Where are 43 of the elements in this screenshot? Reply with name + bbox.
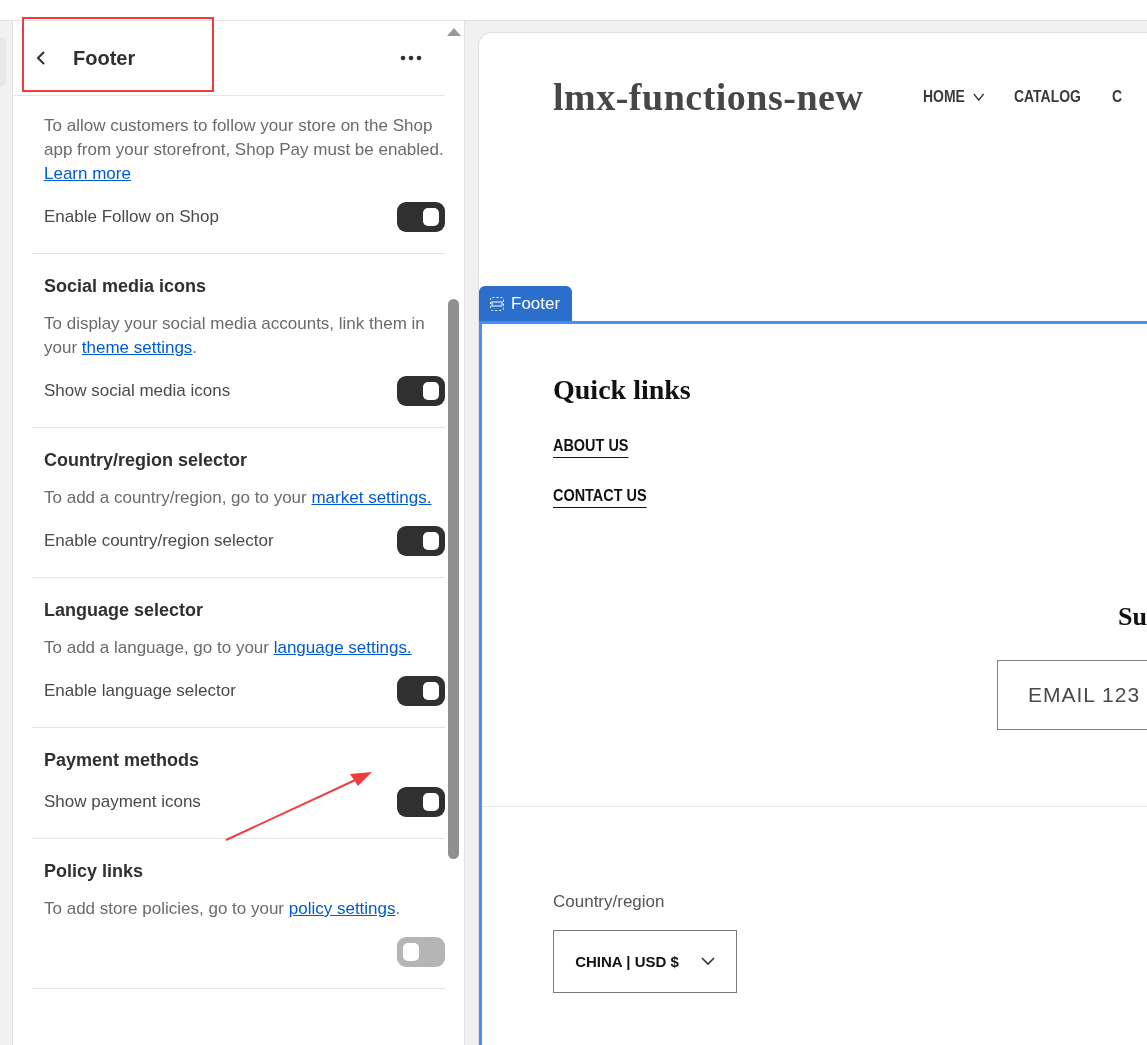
toggle-label: Show payment icons: [44, 792, 201, 812]
section-description: To allow customers to follow your store on the Shop app from your storefront, Shop Pay must be enabled. Learn more: [44, 115, 444, 185]
nav-link[interactable]: C: [1111, 87, 1122, 107]
settings-link[interactable]: market settings.: [311, 488, 432, 507]
scrollbar-thumb[interactable]: [448, 299, 459, 859]
toggle-switch[interactable]: [397, 526, 445, 556]
section-description: To add a country/region, go to your market settings.: [44, 487, 433, 509]
section-title: Payment methods: [44, 750, 201, 771]
section-title: Social media icons: [44, 276, 208, 297]
settings-link[interactable]: policy settings: [288, 899, 396, 918]
toggle-switch[interactable]: [397, 937, 445, 967]
footer-link[interactable]: ABOUT US: [553, 436, 629, 456]
section-title: Language selector: [44, 600, 205, 621]
toggle-switch[interactable]: [397, 787, 445, 817]
nav-link[interactable]: HOME: [923, 87, 985, 107]
section-description: To add store policies, go to your policy settings.: [44, 898, 402, 920]
chevron-down-icon: [700, 957, 715, 966]
section-icon: [489, 295, 505, 312]
country-select[interactable]: CHINA | USD $: [553, 930, 737, 993]
scroll-up-icon[interactable]: [446, 27, 461, 36]
nav-link[interactable]: CATALOG: [1014, 87, 1082, 107]
section-title: Country/region selector: [44, 450, 249, 471]
section-description: To add a language, go to your language settings.: [44, 637, 413, 659]
settings-link[interactable]: Learn more: [44, 164, 131, 183]
store-logo[interactable]: lmx-functions-new: [553, 75, 864, 119]
footer-link[interactable]: CONTACT US: [553, 486, 647, 506]
settings-link[interactable]: language settings.: [273, 638, 412, 657]
toggle-label: Enable country/region selector: [44, 531, 274, 551]
toggle-label: Enable Follow on Shop: [44, 207, 219, 227]
country-label: Country/region: [553, 892, 666, 912]
section-description: To display your social media accounts, link them in your theme settings.: [44, 313, 426, 359]
panel-title: Footer: [73, 46, 137, 70]
toggle-switch[interactable]: [397, 202, 445, 232]
email-field[interactable]: EMAIL 123: [997, 660, 1147, 730]
section-tag[interactable]: Footer: [479, 286, 573, 321]
toggle-label: Enable language selector: [44, 681, 236, 701]
section-title: Policy links: [44, 861, 145, 882]
footer-heading: Quick links: [553, 374, 692, 406]
toggle-switch[interactable]: [397, 376, 445, 406]
settings-link[interactable]: theme settings: [81, 338, 193, 357]
subscribe-heading: Su: [1118, 602, 1147, 632]
toggle-switch[interactable]: [397, 676, 445, 706]
toggle-label: Show social media icons: [44, 381, 231, 401]
